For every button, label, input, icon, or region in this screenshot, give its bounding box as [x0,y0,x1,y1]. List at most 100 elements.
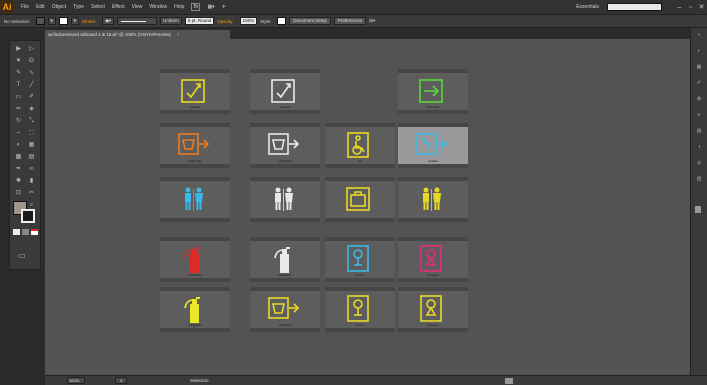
artboard-1[interactable]: elevator [160,69,230,114]
arrange-icon[interactable]: ⊞▾ [369,18,375,24]
artboard-tool-icon[interactable]: ⊡ [13,189,24,198]
artboard-5[interactable]: coffee shop [250,123,320,168]
arrange-documents-icon[interactable]: ▦▾ [207,4,214,10]
variable-width-profile[interactable] [117,17,158,25]
artboard-10[interactable] [325,177,395,222]
canvas[interactable]: elevator elevator exit & office coffee shop… [45,39,690,375]
stroke-color-swatch[interactable] [21,209,35,223]
selection-tool-icon[interactable]: ▶ [13,45,24,54]
zoom-field[interactable]: 100% [67,377,85,384]
bridge-icon[interactable]: Br [191,3,201,11]
document-tab[interactable]: wcfisdunmiserd artboard 1 & 15.ai* @ 100… [45,30,230,39]
mesh-tool-icon[interactable]: ▩ [13,153,24,162]
width-tool-icon[interactable]: ⇔ [13,129,24,138]
color-mode-icon[interactable] [13,229,20,235]
brushes-panel-icon[interactable]: ✐ [694,80,704,88]
artboard-14[interactable]: wc men [325,237,395,282]
artboard-2[interactable]: elevator [250,69,320,114]
gpu-rocket-icon[interactable]: ✈ [222,4,226,10]
screen-mode-icon[interactable]: ▭ [18,251,26,260]
stroke-swatch[interactable] [58,17,68,25]
swatches-panel-icon[interactable]: ▦ [694,64,704,72]
eraser-tool-icon[interactable]: ◈ [26,105,37,114]
gradient-mode-icon[interactable] [22,229,29,235]
rectangle-tool-icon[interactable]: ▭ [13,93,24,102]
perspective-tool-icon[interactable]: ▦ [26,141,37,150]
gradient-tool-icon[interactable]: ▤ [26,153,37,162]
preferences-button[interactable]: Preferences [333,17,367,25]
artboard-19[interactable]: wc women [398,287,468,332]
stroke-dropdown-icon[interactable]: ▾ [70,17,80,25]
direct-selection-tool-icon[interactable]: ▷ [26,45,37,54]
horizontal-scrollbar-thumb[interactable] [505,378,513,384]
pen-tool-icon[interactable]: ✎ [13,69,24,78]
menu-help[interactable]: Help [174,4,184,10]
menu-type[interactable]: Type [73,4,84,10]
artboard-7[interactable]: escalator [398,123,468,168]
vertical-scrollbar-thumb[interactable] [695,206,701,213]
type-tool-icon[interactable]: T [13,81,24,90]
artboard-11[interactable] [398,177,468,222]
graphic-style-swatch[interactable] [277,17,287,25]
appearance-panel-icon[interactable]: ◎ [694,160,704,168]
rotate-tool-icon[interactable]: ↻ [13,117,24,126]
close-button[interactable]: ✕ [696,3,707,11]
stroke-panel-icon[interactable]: ≡ [694,112,704,120]
restore-button[interactable]: ▫ [685,4,696,11]
symbol-sprayer-tool-icon[interactable]: ✺ [13,177,24,186]
menu-view[interactable]: View [132,4,143,10]
artboard-16[interactable]: extinguisher [160,287,230,332]
fill-dropdown-icon[interactable]: ▾ [47,17,56,25]
eyedropper-tool-icon[interactable]: ✒ [13,165,24,174]
layers-panel-icon[interactable]: ▥ [694,176,704,184]
slice-tool-icon[interactable]: ✂ [26,189,37,198]
scale-tool-icon[interactable]: ⤡ [26,117,37,126]
blend-tool-icon[interactable]: ∞ [26,165,37,174]
menu-edit[interactable]: Edit [36,4,45,10]
help-search-input[interactable] [607,3,662,11]
stroke-weight-field[interactable]: ◆▾ [102,17,115,25]
artboard-6[interactable]: wc [325,123,395,168]
menu-window[interactable]: Window [149,4,167,10]
stroke-label[interactable]: Stroke: [82,19,96,24]
symbols-panel-icon[interactable]: ✿ [694,96,704,104]
transparency-panel-icon[interactable]: ◑ [694,144,704,152]
graph-tool-icon[interactable]: ▮ [26,177,37,186]
collapse-panels-icon[interactable]: » [694,32,704,40]
menu-select[interactable]: Select [91,4,105,10]
close-tab-icon[interactable]: × [177,32,180,37]
pencil-tool-icon[interactable]: ✏ [13,105,24,114]
line-tool-icon[interactable]: ╱ [26,81,37,90]
menu-effect[interactable]: Effect [112,4,125,10]
artboard-3[interactable]: exit & office [398,69,468,114]
none-mode-icon[interactable] [31,229,38,235]
stroke-profile-dropdown[interactable]: Uniform [160,17,182,25]
artboard-13[interactable]: extinguisher [250,237,320,282]
workspace-switcher[interactable]: Essentials [576,4,599,10]
brush-definition-dropdown[interactable]: 5 pt. Round [184,17,215,25]
color-panel-icon[interactable]: ◐ [694,48,704,56]
artboard-9[interactable] [250,177,320,222]
artboard-18[interactable]: wc men [325,287,395,332]
shape-builder-tool-icon[interactable]: ◐ [13,141,24,150]
curvature-tool-icon[interactable]: ∿ [26,69,37,78]
opacity-label[interactable]: Opacity: [217,19,234,24]
fill-swatch[interactable] [35,17,45,25]
status-text[interactable]: Selection [190,377,209,385]
artboard-number-field[interactable]: 4 [115,377,127,384]
artboard-17[interactable]: coffee shop [250,287,320,332]
magic-wand-tool-icon[interactable]: ✷ [13,57,24,66]
free-transform-tool-icon[interactable]: ⬚ [26,129,37,138]
lasso-tool-icon[interactable]: ʘ [26,57,37,66]
paintbrush-tool-icon[interactable]: ✐ [26,93,37,102]
gradient-panel-icon[interactable]: ▤ [694,128,704,136]
minimize-button[interactable]: – [674,4,685,11]
opacity-field[interactable]: 100% [239,17,258,25]
document-setup-button[interactable]: Document Setup [289,17,331,25]
menu-object[interactable]: Object [52,4,66,10]
artboard-12[interactable]: extinguisher [160,237,230,282]
menu-file[interactable]: File [21,4,29,10]
artboard-8[interactable] [160,177,230,222]
artboard-4[interactable]: coffee shop [160,123,230,168]
artboard-15[interactable]: wc women [398,237,468,282]
